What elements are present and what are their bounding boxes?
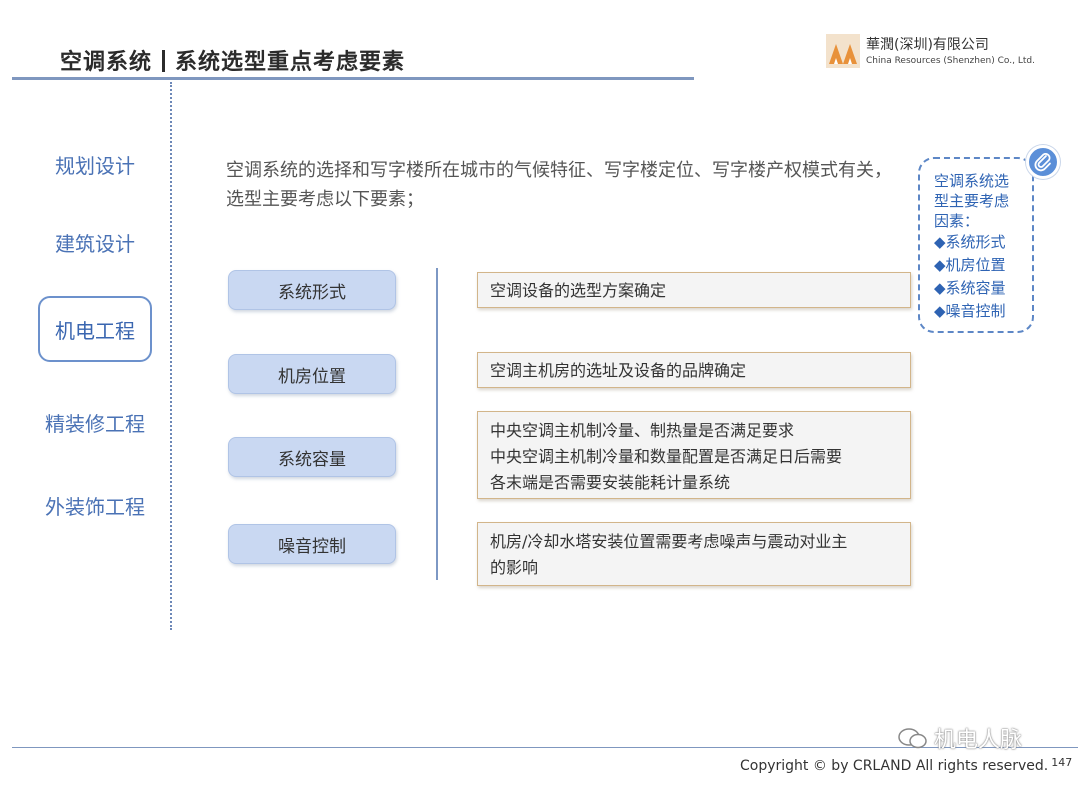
desc-line: 中央空调主机制冷量和数量配置是否满足日后需要 — [490, 447, 843, 466]
callout-item: ◆机房位置 — [934, 256, 1006, 274]
title-underline — [12, 77, 694, 80]
factor-divider — [436, 268, 438, 580]
desc-line: 的影响 — [490, 558, 539, 577]
callout-heading-line: 空调系统选 — [934, 172, 1010, 190]
company-logo: 華潤(深圳)有限公司 China Resources (Shenzhen) Co… — [826, 32, 1046, 76]
company-name-en: China Resources (Shenzhen) Co., Ltd. — [866, 56, 1035, 66]
callout-heading-line: 因素： — [934, 212, 980, 230]
factor-label-system-form: 系统形式 — [228, 270, 396, 310]
sidebar-item-planning[interactable]: 规划设计 — [30, 150, 160, 179]
factor-desc-capacity: 中央空调主机制冷量、制热量是否满足要求 中央空调主机制冷量和数量配置是否满足日后… — [477, 411, 911, 499]
wechat-icon — [898, 728, 927, 749]
watermark: 机电人脉 — [898, 722, 1022, 754]
section-name: 空调系统 — [60, 50, 153, 75]
sidebar-item-facade[interactable]: 外装饰工程 — [30, 491, 160, 520]
sidebar-item-architecture[interactable]: 建筑设计 — [30, 228, 160, 257]
sidebar-item-interior[interactable]: 精装修工程 — [30, 408, 160, 437]
paperclip-icon — [1026, 145, 1060, 179]
title-separator — [162, 50, 166, 72]
callout-item: ◆噪音控制 — [934, 302, 1006, 320]
factor-desc-machine-room: 空调主机房的选址及设备的品牌确定 — [477, 352, 911, 388]
page-title: 空调系统 系统选型重点考虑要素 — [60, 44, 405, 76]
intro-text: 空调系统的选择和写字楼所在城市的气候特征、写字楼定位、写字楼产权模式有关，选型主… — [226, 160, 892, 210]
desc-line: 空调设备的选型方案确定 — [490, 281, 667, 300]
factor-desc-system-form: 空调设备的选型方案确定 — [477, 272, 911, 308]
factor-label-machine-room: 机房位置 — [228, 354, 396, 394]
sidebar-divider — [170, 82, 172, 630]
desc-line: 各末端是否需要安装能耗计量系统 — [490, 473, 731, 492]
page-number: 147 — [1051, 756, 1073, 769]
callout-heading-line: 型主要考虑 — [934, 192, 1010, 210]
slide-title: 系统选型重点考虑要素 — [175, 50, 406, 75]
crland-logo-icon — [826, 34, 860, 68]
sidebar-item-mep[interactable]: 机电工程 — [38, 296, 152, 362]
copyright-text: Copyright © by CRLAND All rights reserve… — [740, 758, 1049, 774]
callout-item: ◆系统容量 — [934, 279, 1006, 297]
watermark-text: 机电人脉 — [934, 728, 1023, 753]
copyright: Copyright © by CRLAND All rights reserve… — [740, 756, 1072, 774]
summary-callout: 空调系统选 型主要考虑 因素： ◆系统形式 ◆机房位置 ◆系统容量 ◆噪音控制 — [918, 157, 1034, 333]
factor-label-noise: 噪音控制 — [228, 524, 396, 564]
desc-line: 空调主机房的选址及设备的品牌确定 — [490, 361, 747, 380]
company-name-cn: 華潤(深圳)有限公司 — [866, 37, 989, 53]
factor-desc-noise: 机房/冷却水塔安装位置需要考虑噪声与震动对业主 的影响 — [477, 522, 911, 586]
sidebar-item-label: 机电工程 — [55, 318, 135, 343]
desc-line: 机房/冷却水塔安装位置需要考虑噪声与震动对业主 — [490, 532, 848, 551]
factor-label-capacity: 系统容量 — [228, 437, 396, 477]
callout-item: ◆系统形式 — [934, 233, 1006, 251]
desc-line: 中央空调主机制冷量、制热量是否满足要求 — [490, 421, 795, 440]
